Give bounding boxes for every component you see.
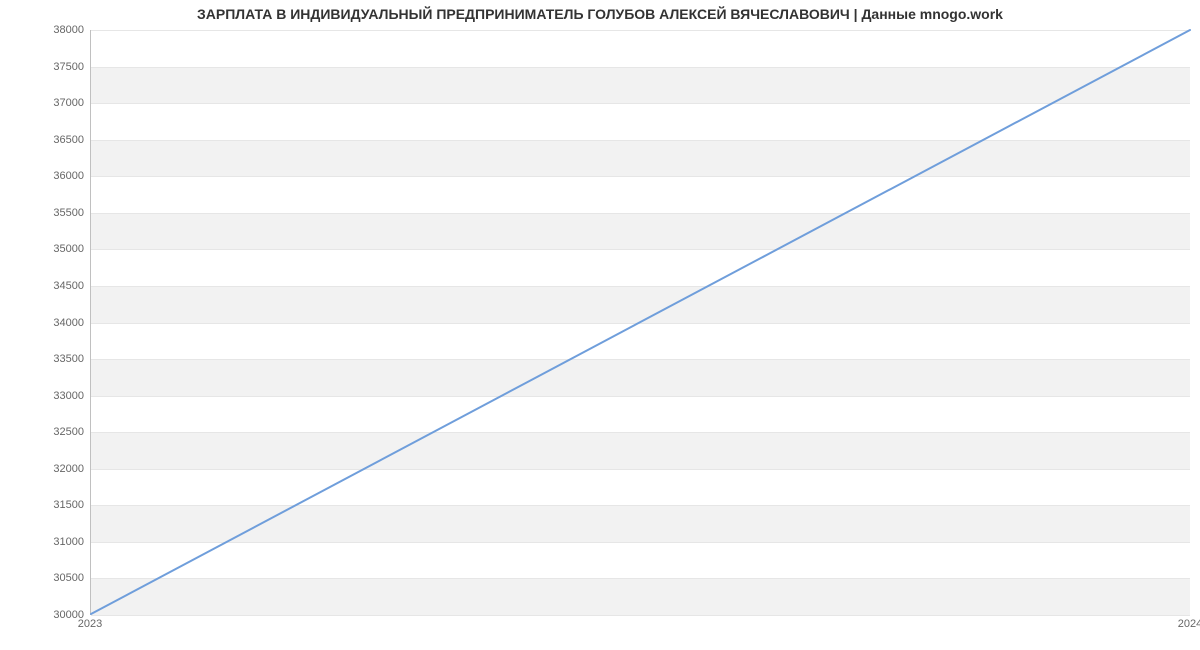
y-tick-label: 32000 xyxy=(4,463,84,475)
chart-title: ЗАРПЛАТА В ИНДИВИДУАЛЬНЫЙ ПРЕДПРИНИМАТЕЛ… xyxy=(0,6,1200,22)
y-tick-label: 33500 xyxy=(4,353,84,365)
y-tick-label: 32500 xyxy=(4,426,84,438)
y-tick-label: 31500 xyxy=(4,499,84,511)
x-tick-label: 2024 xyxy=(1178,618,1200,630)
x-tick-label: 2023 xyxy=(78,618,102,630)
y-tick-label: 35000 xyxy=(4,243,84,255)
y-tick-label: 33000 xyxy=(4,390,84,402)
plot-area xyxy=(90,30,1190,615)
y-tick-label: 36000 xyxy=(4,170,84,182)
y-tick-label: 38000 xyxy=(4,24,84,36)
y-tick-label: 31000 xyxy=(4,536,84,548)
y-tick-label: 34500 xyxy=(4,280,84,292)
gridline xyxy=(91,615,1190,616)
y-tick-label: 34000 xyxy=(4,317,84,329)
y-tick-label: 37500 xyxy=(4,61,84,73)
chart-container: ЗАРПЛАТА В ИНДИВИДУАЛЬНЫЙ ПРЕДПРИНИМАТЕЛ… xyxy=(0,0,1200,650)
y-tick-label: 30500 xyxy=(4,572,84,584)
line-layer xyxy=(91,30,1190,614)
y-tick-label: 30000 xyxy=(4,609,84,621)
y-tick-label: 35500 xyxy=(4,207,84,219)
y-tick-label: 36500 xyxy=(4,134,84,146)
data-line xyxy=(91,30,1190,614)
y-tick-label: 37000 xyxy=(4,97,84,109)
